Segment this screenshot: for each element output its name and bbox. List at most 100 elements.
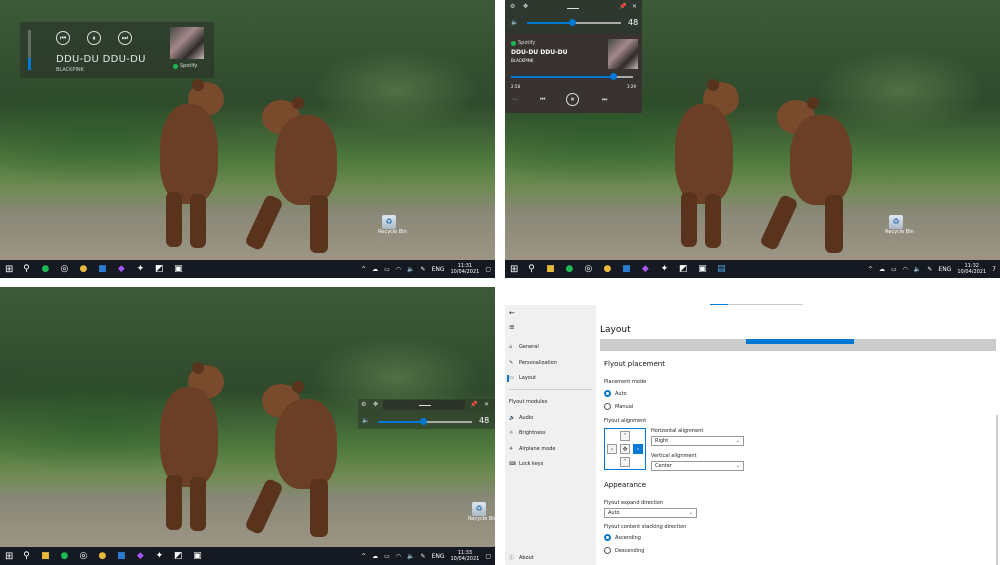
battery-icon[interactable]: ▭ bbox=[891, 266, 897, 273]
language-indicator[interactable]: ENG bbox=[432, 266, 445, 273]
more-icon[interactable]: ⋯ bbox=[512, 96, 518, 103]
app-icon[interactable]: ◩ bbox=[172, 550, 184, 562]
pen-icon[interactable]: ✎ bbox=[421, 266, 426, 273]
volume-slider[interactable] bbox=[527, 22, 573, 24]
nav-general[interactable]: ⌂ General bbox=[509, 344, 539, 350]
outlook-icon[interactable]: ■ bbox=[115, 550, 127, 562]
pause-button[interactable]: ⏸ bbox=[87, 31, 101, 45]
h-align-dropdown[interactable]: Right ⌄ bbox=[651, 436, 744, 446]
battery-icon[interactable]: ▭ bbox=[384, 553, 390, 560]
language-indicator[interactable]: ENG bbox=[938, 266, 951, 273]
volume-thumb[interactable] bbox=[420, 418, 428, 425]
app-icon[interactable]: ◩ bbox=[677, 263, 689, 275]
cloud-icon[interactable]: ☁ bbox=[879, 266, 885, 273]
app-icon[interactable]: ◩ bbox=[153, 263, 165, 275]
previous-track-button[interactable]: ⏮ bbox=[56, 31, 70, 45]
nav-airplane-mode[interactable]: ✈ Airplane mode bbox=[509, 446, 556, 452]
spotify-app-icon[interactable]: ● bbox=[58, 550, 70, 562]
playback-progress[interactable] bbox=[511, 76, 614, 78]
clock[interactable]: 11:32 10/04/2021 bbox=[957, 263, 986, 275]
radio-ascending[interactable] bbox=[604, 534, 611, 541]
volume-slider[interactable] bbox=[378, 421, 424, 423]
chevron-up-icon[interactable]: ^ bbox=[361, 266, 366, 273]
messenger-icon[interactable]: ◆ bbox=[639, 263, 651, 275]
nav-personalization[interactable]: ✎ Personalization bbox=[509, 360, 557, 366]
scrollbar[interactable] bbox=[996, 415, 998, 565]
back-arrow-icon[interactable]: ← bbox=[509, 309, 515, 317]
volume-icon[interactable]: 🔈 bbox=[407, 553, 414, 560]
notification-icon[interactable]: ▢ bbox=[485, 553, 491, 560]
drag-icon[interactable]: ✥ bbox=[523, 3, 528, 10]
close-icon[interactable]: ✕ bbox=[632, 3, 637, 10]
pause-button[interactable]: ⏸ bbox=[566, 93, 579, 106]
recycle-bin[interactable]: ♻ Recycle Bin bbox=[468, 502, 495, 522]
outlook-icon[interactable]: ■ bbox=[620, 263, 632, 275]
drag-icon[interactable]: ✥ bbox=[373, 401, 378, 408]
notification-count[interactable]: 7 bbox=[992, 266, 996, 273]
collapse-handle[interactable] bbox=[419, 405, 431, 406]
radio-descending[interactable] bbox=[604, 547, 611, 554]
pin-icon[interactable]: 📌 bbox=[619, 3, 626, 10]
radio-manual[interactable] bbox=[604, 403, 611, 410]
nav-lock-keys[interactable]: ⌨ Lock keys bbox=[509, 461, 543, 467]
chevron-up-icon[interactable]: ^ bbox=[868, 266, 873, 273]
volume-icon[interactable]: 🔈 bbox=[914, 266, 921, 273]
search-icon[interactable]: ⚲ bbox=[20, 263, 32, 275]
volume-thumb[interactable] bbox=[569, 19, 577, 26]
store-icon[interactable]: ▣ bbox=[696, 263, 708, 275]
cloud-icon[interactable]: ☁ bbox=[372, 553, 378, 560]
file-explorer-icon[interactable]: ■ bbox=[544, 263, 556, 275]
align-center-button[interactable]: ✥ bbox=[620, 444, 630, 454]
settings-icon[interactable]: ⚙ bbox=[510, 3, 515, 10]
preview-button[interactable] bbox=[746, 339, 854, 344]
v-align-dropdown[interactable]: Center ⌄ bbox=[651, 461, 744, 471]
nav-layout[interactable]: ▭ Layout bbox=[509, 375, 536, 381]
align-bottom-button[interactable]: ˅ bbox=[620, 457, 630, 467]
nav-audio[interactable]: 🔈 Audio bbox=[509, 415, 533, 421]
chrome-icon[interactable]: ● bbox=[96, 550, 108, 562]
align-right-button[interactable]: › bbox=[633, 444, 643, 454]
align-left-button[interactable]: ‹ bbox=[607, 444, 617, 454]
wifi-icon[interactable]: ◠ bbox=[396, 553, 401, 560]
messenger-icon[interactable]: ◆ bbox=[115, 263, 127, 275]
volume-bar-vertical[interactable] bbox=[28, 30, 31, 70]
search-icon[interactable]: ⚲ bbox=[20, 550, 32, 562]
store-icon[interactable]: ▣ bbox=[191, 550, 203, 562]
chrome-icon[interactable]: ● bbox=[601, 263, 613, 275]
playback-thumb[interactable] bbox=[610, 73, 618, 80]
notification-icon[interactable]: ▢ bbox=[485, 266, 491, 273]
search-icon[interactable]: ⚲ bbox=[525, 263, 537, 275]
app-icon[interactable]: ✦ bbox=[153, 550, 165, 562]
previous-icon[interactable]: ⏮ bbox=[540, 96, 545, 104]
expand-direction-dropdown[interactable]: Auto ⌄ bbox=[604, 508, 697, 518]
spotify-app-icon[interactable]: ● bbox=[39, 263, 51, 275]
battery-icon[interactable]: ▭ bbox=[384, 266, 390, 273]
store-icon[interactable]: ▣ bbox=[172, 263, 184, 275]
chrome-icon[interactable]: ● bbox=[77, 263, 89, 275]
pen-icon[interactable]: ✎ bbox=[927, 266, 932, 273]
file-explorer-icon[interactable]: ■ bbox=[39, 550, 51, 562]
settings-icon[interactable]: ⚙ bbox=[361, 401, 366, 408]
app-icon[interactable]: ◎ bbox=[58, 263, 70, 275]
wifi-icon[interactable]: ◠ bbox=[903, 266, 908, 273]
spotify-app-icon[interactable]: ● bbox=[563, 263, 575, 275]
windows-start-icon[interactable]: ⊞ bbox=[5, 551, 13, 562]
pin-icon[interactable]: 📌 bbox=[470, 401, 477, 408]
align-top-button[interactable]: ˄ bbox=[620, 431, 630, 441]
hamburger-menu-icon[interactable]: ≡ bbox=[509, 323, 515, 331]
radio-auto[interactable] bbox=[604, 390, 611, 397]
app-icon[interactable]: ◎ bbox=[582, 263, 594, 275]
windows-start-icon[interactable]: ⊞ bbox=[510, 264, 518, 275]
close-icon[interactable]: ✕ bbox=[484, 401, 489, 408]
recycle-bin[interactable]: ♻ Recycle Bin bbox=[885, 215, 914, 235]
app-icon[interactable]: ✦ bbox=[658, 263, 670, 275]
next-track-button[interactable]: ⏭ bbox=[118, 31, 132, 45]
app-icon[interactable]: ✦ bbox=[134, 263, 146, 275]
app-icon[interactable]: ▤ bbox=[715, 263, 727, 275]
pen-icon[interactable]: ✎ bbox=[421, 553, 426, 560]
clock[interactable]: 11:33 10/04/2021 bbox=[451, 550, 480, 562]
language-indicator[interactable]: ENG bbox=[432, 553, 445, 560]
wifi-icon[interactable]: ◠ bbox=[396, 266, 401, 273]
messenger-icon[interactable]: ◆ bbox=[134, 550, 146, 562]
app-icon[interactable]: ◎ bbox=[77, 550, 89, 562]
